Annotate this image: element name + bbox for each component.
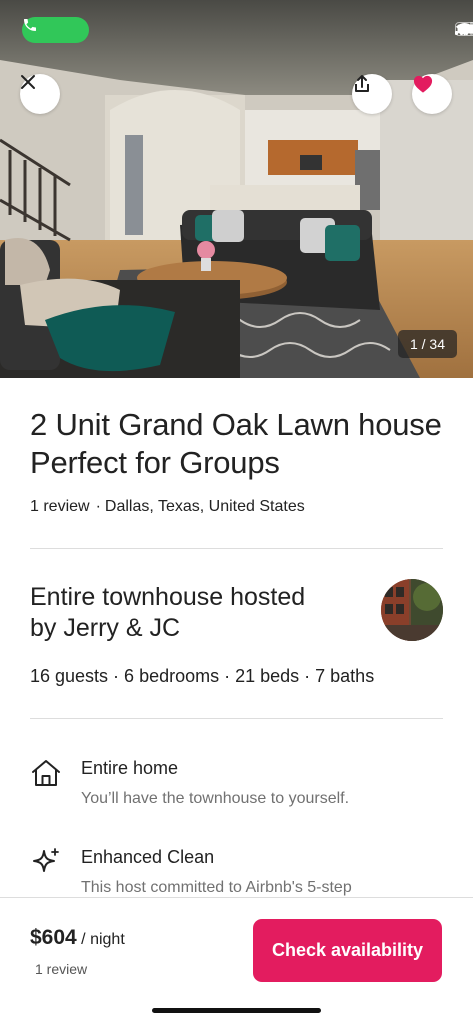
home-icon bbox=[30, 757, 62, 789]
host-title: Entire townhouse hosted by Jerry & JC bbox=[30, 582, 330, 644]
feature-title: Enhanced Clean bbox=[81, 846, 352, 868]
check-availability-button[interactable]: Check availability bbox=[253, 919, 442, 982]
listing-details: 2 Unit Grand Oak Lawn house Perfect for … bbox=[30, 378, 443, 898]
close-button[interactable] bbox=[20, 74, 60, 114]
price-unit: / night bbox=[81, 931, 125, 948]
feature-description: You’ll have the townhouse to yourself. bbox=[81, 789, 349, 809]
living-room-photo bbox=[0, 0, 473, 378]
booking-footer: $604 / night 1 review Check availability bbox=[0, 897, 473, 1025]
photo-counter: 1 / 34 bbox=[398, 330, 457, 358]
listing-title: 2 Unit Grand Oak Lawn house Perfect for … bbox=[30, 406, 443, 482]
divider bbox=[30, 718, 443, 719]
host-avatar[interactable] bbox=[381, 579, 443, 641]
call-indicator[interactable] bbox=[22, 17, 89, 43]
listing-photo[interactable]: 1 / 34 bbox=[0, 0, 473, 378]
feature-entire-home: Entire home You’ll have the townhouse to… bbox=[30, 757, 443, 809]
share-icon bbox=[352, 74, 372, 94]
feature-description: This host committed to Airbnb's 5-step bbox=[81, 878, 352, 898]
price-amount: $604 bbox=[30, 926, 77, 949]
location-link[interactable]: Dallas, Texas, United States bbox=[105, 498, 305, 515]
host-avatar-image bbox=[381, 579, 443, 641]
phone-icon bbox=[22, 17, 38, 33]
listing-meta: 1 review ·Dallas, Texas, United States bbox=[30, 498, 443, 516]
footer-reviews-link[interactable]: 1 review bbox=[35, 961, 87, 977]
home-indicator[interactable] bbox=[152, 1008, 321, 1013]
close-icon bbox=[20, 74, 36, 90]
divider bbox=[30, 548, 443, 549]
heart-icon bbox=[412, 74, 434, 94]
host-section: Entire townhouse hosted by Jerry & JC bbox=[30, 582, 443, 644]
meta-separator: · bbox=[96, 498, 101, 515]
nightly-price: $604 / night bbox=[30, 926, 125, 950]
feature-title: Entire home bbox=[81, 757, 349, 779]
listing-specs: 16 guests · 6 bedrooms · 21 beds · 7 bat… bbox=[30, 666, 443, 687]
sparkle-icon bbox=[30, 846, 62, 878]
reviews-link[interactable]: 1 review bbox=[30, 498, 90, 515]
feature-enhanced-clean: Enhanced Clean This host committed to Ai… bbox=[30, 846, 443, 898]
battery-icon bbox=[455, 22, 473, 36]
share-button[interactable] bbox=[352, 74, 392, 114]
save-button[interactable] bbox=[412, 74, 452, 114]
